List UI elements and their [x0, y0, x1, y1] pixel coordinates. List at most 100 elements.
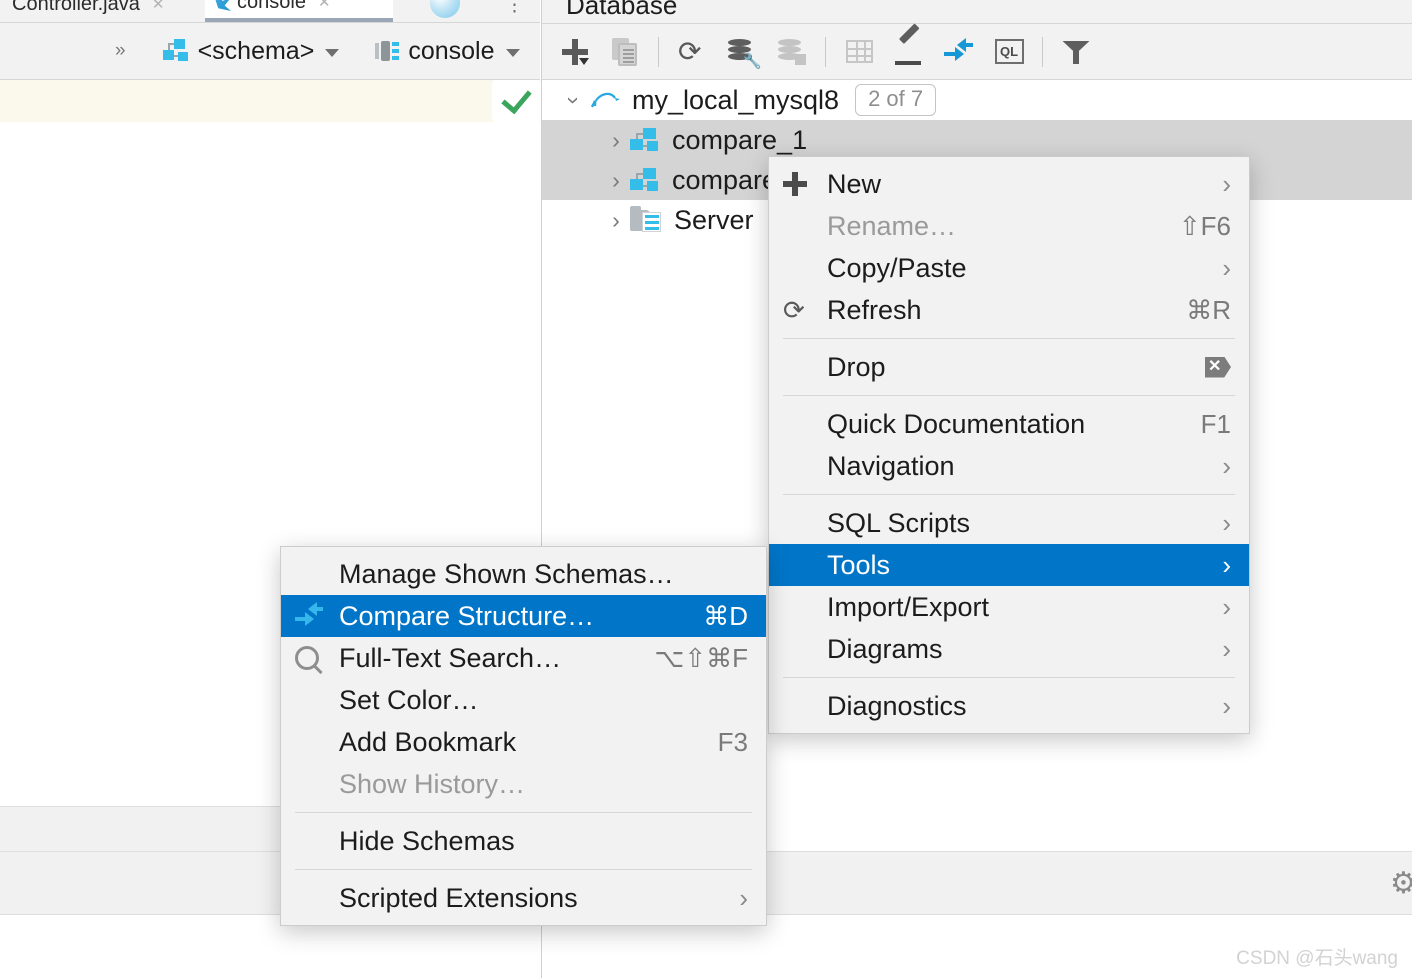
console-selector-label: console — [408, 36, 495, 65]
chevron-right-icon: › — [1222, 252, 1231, 283]
filter-button[interactable] — [1051, 27, 1101, 77]
refresh-icon: ⟳ — [678, 35, 702, 67]
console-icon — [375, 40, 400, 62]
menu-item-sql-scripts[interactable]: SQL Scripts › — [769, 502, 1249, 544]
editor-highlighted-line — [0, 80, 540, 122]
editor-tab-controller-java[interactable]: Controller.java ✕ — [0, 0, 176, 22]
mysql-icon — [588, 87, 622, 113]
drop-icon: ✕ — [1205, 356, 1231, 378]
chevron-down-icon[interactable] — [325, 49, 340, 57]
editor-tab-console[interactable]: console ✕ — [205, 0, 393, 22]
refresh-button[interactable]: ⟳ — [667, 27, 717, 77]
menu-item-hide-schemas[interactable]: Hide Schemas — [281, 820, 766, 862]
jump-to-query-console-button[interactable]: QL — [984, 27, 1034, 77]
chevron-down-icon[interactable] — [505, 49, 520, 57]
menu-separator — [783, 395, 1235, 396]
menu-item-label: Hide Schemas — [339, 825, 515, 856]
menu-item-add-bookmark[interactable]: Add Bookmark F3 — [281, 721, 766, 763]
editor-tab-label: console — [237, 0, 306, 13]
menu-item-shortcut: ⌘D — [703, 600, 748, 631]
watermark: CSDN @石头wang — [1236, 948, 1398, 969]
close-icon[interactable]: ✕ — [318, 0, 331, 11]
menu-item-label: Drop — [827, 351, 886, 382]
plus-icon — [783, 172, 827, 196]
menu-item-new[interactable]: New › — [769, 163, 1249, 205]
menu-item-quick-documentation[interactable]: Quick Documentation F1 — [769, 403, 1249, 445]
menu-item-label: Copy/Paste — [827, 252, 967, 283]
console-selector[interactable]: console — [375, 36, 520, 66]
table-icon — [845, 40, 873, 63]
new-button[interactable] — [550, 27, 600, 77]
menu-item-copy-paste[interactable]: Copy/Paste › — [769, 247, 1249, 289]
menu-item-rename: Rename… ⇧F6 — [769, 205, 1249, 247]
menu-item-navigation[interactable]: Navigation › — [769, 445, 1249, 487]
menu-item-label: Add Bookmark — [339, 726, 517, 757]
more-tabs-icon[interactable]: ⋮ — [505, 0, 525, 17]
chevron-right-icon[interactable]: › — [602, 127, 630, 154]
duplicate-button[interactable] — [600, 27, 650, 77]
open-table-button[interactable] — [834, 27, 884, 77]
menu-item-full-text-search[interactable]: Full-Text Search… ⌥⇧⌘F — [281, 637, 766, 679]
context-menu: New › Rename… ⇧F6 Copy/Paste › ⟳ Refresh… — [768, 156, 1250, 734]
database-add-icon — [778, 38, 806, 65]
toolbar-separator — [1042, 36, 1043, 67]
menu-item-shortcut: F3 — [717, 726, 748, 757]
menu-item-manage-shown-schemas[interactable]: Manage Shown Schemas… — [281, 553, 766, 595]
menu-item-set-color[interactable]: Set Color… — [281, 679, 766, 721]
database-panel-header: Database — [542, 0, 1412, 24]
menu-item-label: Full-Text Search… — [339, 642, 562, 673]
tree-node-label: Server — [674, 204, 754, 235]
chevron-right-icon: › — [1222, 690, 1231, 721]
editor-toolbar: » <schema> console — [0, 23, 540, 80]
menu-item-label: Show History… — [339, 768, 526, 799]
chevron-down-icon[interactable]: › — [561, 86, 588, 114]
menu-item-label: Quick Documentation — [827, 408, 1086, 439]
chevron-right-icon: › — [1222, 549, 1231, 580]
menu-item-shortcut: ⌥⇧⌘F — [654, 642, 748, 673]
menu-item-drop[interactable]: Drop ✕ — [769, 346, 1249, 388]
menu-item-label: Navigation — [827, 450, 955, 481]
compare-button[interactable] — [934, 27, 984, 77]
schema-selector[interactable]: <schema> — [162, 37, 340, 66]
menu-item-diagnostics[interactable]: Diagnostics › — [769, 685, 1249, 727]
inspection-status-widget[interactable] — [492, 80, 540, 122]
new-data-source-button[interactable] — [767, 27, 817, 77]
plus-icon — [562, 38, 589, 65]
menu-item-scripted-extensions[interactable]: Scripted Extensions › — [281, 877, 766, 919]
menu-item-compare-structure[interactable]: Compare Structure… ⌘D — [281, 595, 766, 637]
menu-item-label: Import/Export — [827, 591, 990, 622]
chevron-right-icon: › — [739, 882, 748, 913]
menu-item-label: Compare Structure… — [339, 600, 595, 631]
menu-item-shortcut: ⇧F6 — [1178, 210, 1231, 241]
chevron-right-icon[interactable]: › — [602, 207, 630, 234]
close-icon[interactable]: ✕ — [152, 0, 165, 13]
search-icon — [295, 646, 339, 670]
chevron-right-icon: › — [1222, 450, 1231, 481]
modify-button[interactable] — [884, 22, 934, 77]
menu-item-tools[interactable]: Tools › — [769, 544, 1249, 586]
database-toolbar: ⟳ 🔧 QL — [542, 22, 1412, 80]
menu-item-refresh[interactable]: ⟳ Refresh ⌘R — [769, 289, 1249, 331]
menu-item-label: Manage Shown Schemas… — [339, 558, 674, 589]
menu-item-label: New — [827, 168, 882, 199]
compare-arrows-icon — [944, 37, 974, 64]
filter-icon — [1062, 39, 1090, 65]
chevron-right-icon[interactable]: › — [602, 167, 630, 194]
chevron-right-icon: › — [1222, 168, 1231, 199]
schema-icon — [162, 39, 189, 63]
data-source-properties-button[interactable]: 🔧 — [717, 27, 767, 77]
check-icon — [500, 82, 532, 114]
tree-node-compare-1[interactable]: › compare_1 — [542, 120, 1412, 160]
gear-icon[interactable]: ⚙ — [1390, 869, 1412, 899]
menu-item-diagrams[interactable]: Diagrams › — [769, 628, 1249, 670]
tree-node-datasource[interactable]: › my_local_mysql8 2 of 7 — [542, 80, 1412, 120]
pencil-icon — [895, 22, 923, 65]
expand-toolbar-icon[interactable]: » — [115, 40, 125, 62]
menu-item-shortcut: ⌘R — [1186, 294, 1231, 325]
tools-submenu: Manage Shown Schemas… Compare Structure…… — [280, 546, 767, 926]
menu-item-import-export[interactable]: Import/Export › — [769, 586, 1249, 628]
chevron-right-icon: › — [1222, 633, 1231, 664]
tree-node-label: compare_1 — [672, 124, 808, 155]
menu-item-label: Set Color… — [339, 684, 479, 715]
compare-arrows-icon — [295, 602, 339, 627]
